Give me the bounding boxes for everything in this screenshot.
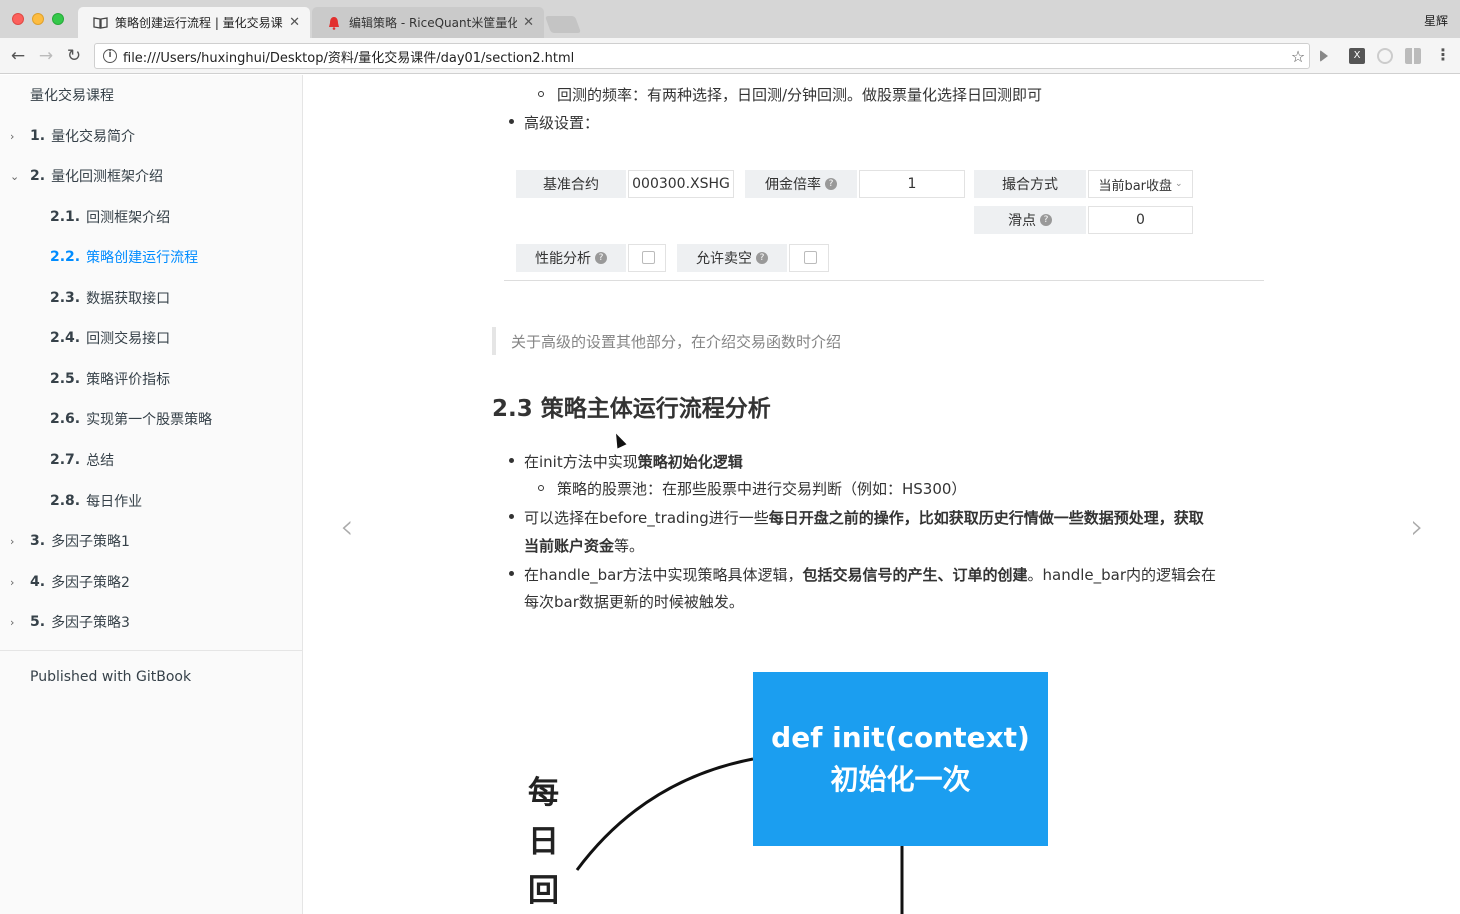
sidebar-item-2-3[interactable]: 2.3. 数据获取接口 — [0, 278, 303, 318]
sidebar-item-label: 量化回测框架介绍 — [51, 169, 164, 185]
sidebar-item-num: 2.1. — [50, 209, 81, 225]
sidebar-item-num: 2.2. — [50, 249, 81, 265]
sidebar-item-2-1[interactable]: 2.1. 回测框架介绍 — [0, 197, 303, 237]
tab-ricequant[interactable]: 编辑策略 - RiceQuant米筐量化 ✕ — [312, 7, 544, 38]
sidebar-item-label: 策略评价指标 — [86, 372, 171, 388]
sidebar-item-label: 多因子策略1 — [51, 534, 130, 550]
browser-toolbar: ← → ↻ i file:///Users/huxinghui/Desktop/… — [0, 38, 1460, 74]
sidebar-item-label: 多因子策略3 — [51, 615, 130, 631]
back-arrow-icon[interactable]: ← — [8, 46, 28, 66]
sidebar-item-2-4[interactable]: 2.4. 回测交易接口 — [0, 318, 303, 358]
sidebar-item-1[interactable]: › 1. 量化交易简介 — [0, 116, 303, 156]
close-tab-icon[interactable]: ✕ — [523, 15, 534, 30]
extension-grid-icon[interactable] — [1405, 48, 1421, 64]
sidebar-item-num: 2.8. — [50, 493, 81, 509]
close-window-button[interactable] — [12, 13, 24, 25]
extension-x-icon[interactable]: X — [1349, 48, 1365, 64]
sidebar-divider — [0, 650, 303, 651]
diagram-side-char: 日 — [528, 824, 559, 860]
profile-name[interactable]: 星辉 — [1424, 12, 1448, 29]
chevron-right-icon[interactable]: › — [10, 576, 14, 589]
sidebar-item-num: 2.7. — [50, 452, 81, 468]
sidebar-title-label: 量化交易课程 — [30, 88, 114, 104]
sidebar-item-5[interactable]: › 5. 多因子策略3 — [0, 602, 303, 642]
sidebar-item-label: 多因子策略2 — [51, 575, 130, 591]
sidebar-item-label: 量化交易简介 — [51, 129, 136, 145]
sidebar-item-label: 实现第一个股票策略 — [86, 412, 213, 428]
info-icon[interactable]: i — [103, 49, 117, 63]
init-diagram-box: def init(context) 初始化一次 — [753, 672, 1048, 846]
minimize-window-button[interactable] — [32, 13, 44, 25]
diagram-side-char: 每 — [528, 775, 559, 811]
forward-arrow-icon[interactable]: → — [36, 46, 56, 66]
gitbook-link-label: Published with GitBook — [30, 669, 192, 685]
chevron-right-icon[interactable]: › — [10, 535, 14, 548]
sidebar-item-num: 2.3. — [50, 290, 81, 306]
sidebar-item-num: 2.5. — [50, 371, 81, 387]
init-box-line1: def init(context) — [771, 721, 1030, 754]
sidebar-item-num: 2. — [30, 168, 46, 184]
sidebar-item-num: 4. — [30, 574, 46, 590]
ricequant-bell-icon — [326, 15, 342, 31]
chevron-right-icon[interactable]: › — [10, 616, 14, 629]
sidebar-item-2-6[interactable]: 2.6. 实现第一个股票策略 — [0, 399, 303, 439]
sidebar-item-num: 2.6. — [50, 411, 81, 427]
gitbook-link[interactable]: Published with GitBook — [0, 657, 303, 697]
sidebar-item-num: 1. — [30, 128, 46, 144]
close-tab-icon[interactable]: ✕ — [289, 15, 300, 30]
sidebar-item-2-7[interactable]: 2.7. 总结 — [0, 440, 303, 480]
sidebar-item-label: 回测交易接口 — [86, 331, 171, 347]
tab-gitbook[interactable]: 策略创建运行流程 | 量化交易课 ✕ — [78, 7, 310, 38]
page-content: ‹ › 回测的频率：有两种选择，日回测/分钟回测。做股票量化选择日回测即可 高级… — [304, 75, 1460, 914]
sidebar-item-num: 3. — [30, 533, 46, 549]
reload-icon[interactable]: ↻ — [64, 46, 84, 66]
chevron-right-icon[interactable]: › — [10, 130, 14, 143]
sidebar-item-2-5[interactable]: 2.5. 策略评价指标 — [0, 359, 303, 399]
diagram-side-char: 回 — [528, 873, 559, 909]
extension-cursor-icon[interactable] — [1320, 50, 1328, 62]
sidebar-item-2-8[interactable]: 2.8. 每日作业 — [0, 481, 303, 521]
address-bar[interactable]: i file:///Users/huxinghui/Desktop/资料/量化交… — [94, 43, 1310, 69]
sidebar-item-label: 策略创建运行流程 — [86, 250, 199, 266]
tab-title: 策略创建运行流程 | 量化交易课 — [115, 16, 283, 30]
sidebar-item-2-2[interactable]: 2.2. 策略创建运行流程 — [0, 237, 303, 277]
chevron-down-icon[interactable]: ⌄ — [10, 170, 19, 183]
sidebar-book-title[interactable]: 量化交易课程 — [0, 75, 303, 115]
bookmark-star-icon[interactable]: ☆ — [1287, 47, 1309, 66]
sidebar-item-num: 5. — [30, 614, 46, 630]
url-text[interactable]: file:///Users/huxinghui/Desktop/资料/量化交易课… — [123, 47, 1287, 66]
sidebar-item-label: 回测框架介绍 — [86, 210, 171, 226]
sidebar-item-2[interactable]: ⌄ 2. 量化回测框架介绍 — [0, 156, 303, 196]
book-icon — [92, 15, 108, 31]
browser-tab-bar: 策略创建运行流程 | 量化交易课 ✕ 编辑策略 - RiceQuant米筐量化 … — [0, 0, 1460, 38]
book-summary-sidebar: 量化交易课程 › 1. 量化交易简介 ⌄ 2. 量化回测框架介绍 2.1. 回测… — [0, 75, 303, 914]
sidebar-item-4[interactable]: › 4. 多因子策略2 — [0, 562, 303, 602]
tab-title: 编辑策略 - RiceQuant米筐量化 — [349, 16, 518, 30]
maximize-window-button[interactable] — [52, 13, 64, 25]
sidebar-item-3[interactable]: › 3. 多因子策略1 — [0, 521, 303, 561]
extension-sync-icon[interactable] — [1377, 48, 1393, 64]
sidebar-item-label: 总结 — [86, 453, 115, 469]
sidebar-item-label: 数据获取接口 — [86, 291, 171, 307]
sidebar-item-num: 2.4. — [50, 330, 81, 346]
init-box-line2: 初始化一次 — [830, 763, 971, 796]
new-tab-button[interactable] — [544, 16, 582, 33]
sidebar-item-label: 每日作业 — [86, 494, 143, 510]
menu-dots-icon[interactable]: ⋮ — [1435, 47, 1451, 64]
